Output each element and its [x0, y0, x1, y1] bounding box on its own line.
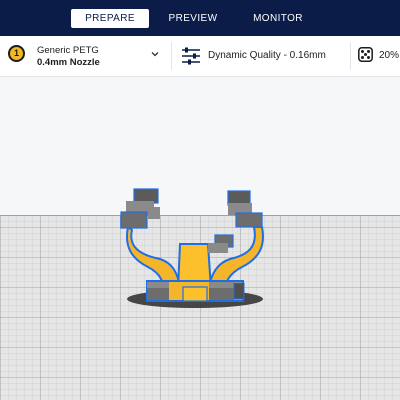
quality-profile-label: Dynamic Quality - 0.16mm: [208, 50, 326, 61]
infill-dots-icon: [358, 47, 373, 62]
scene: [0, 188, 400, 400]
extruder-badge: 1: [8, 45, 25, 62]
infill-setting[interactable]: 20%: [351, 36, 400, 76]
nozzle-size: 0.4mm Nozzle: [37, 57, 100, 68]
sliders-icon: [182, 47, 200, 65]
cura-window: PREPARE PREVIEW MONITOR 1 Generic PETG 0…: [0, 0, 400, 400]
chevron-down-icon: [151, 52, 159, 57]
infill-percentage: 20%: [379, 50, 400, 61]
quality-selector[interactable]: Dynamic Quality - 0.16mm: [172, 36, 350, 76]
tab-monitor[interactable]: MONITOR: [241, 9, 315, 28]
3d-viewport[interactable]: [0, 77, 400, 400]
tab-prepare[interactable]: PREPARE: [71, 9, 149, 28]
tab-preview[interactable]: PREVIEW: [158, 9, 228, 28]
material-name: Generic PETG: [37, 45, 99, 56]
print-settings-bar: 1 Generic PETG 0.4mm Nozzle Dynamic Qual…: [0, 36, 400, 77]
material-selector[interactable]: 1 Generic PETG 0.4mm Nozzle: [0, 36, 170, 76]
stage-header: PREPARE PREVIEW MONITOR: [0, 0, 400, 36]
